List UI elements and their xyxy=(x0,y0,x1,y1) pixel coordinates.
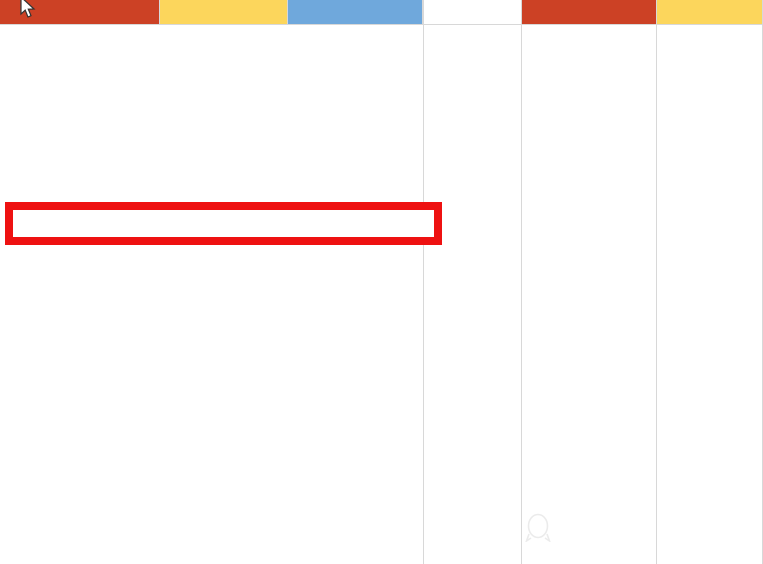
penguin-icon xyxy=(525,513,551,542)
misc-header-items[interactable] xyxy=(522,0,657,24)
grid-line-col-d xyxy=(423,0,424,564)
spreadsheet-canvas[interactable] xyxy=(0,0,763,564)
highlight-player xyxy=(288,0,428,27)
misc-header-amount[interactable] xyxy=(657,0,763,24)
watermark xyxy=(525,512,558,542)
grid-line-col-f xyxy=(656,24,657,564)
grid-line-col-e xyxy=(521,0,522,564)
mouse-pointer-icon xyxy=(20,0,36,18)
highlight-amount xyxy=(160,0,288,27)
highlight-row-background xyxy=(13,210,434,237)
